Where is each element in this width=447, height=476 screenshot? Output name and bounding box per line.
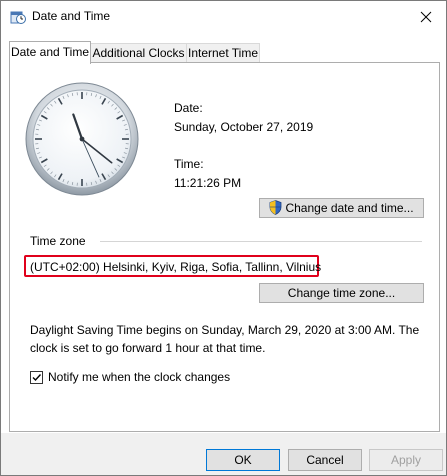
- dialog-footer: OK Cancel Apply: [1, 433, 446, 475]
- tab-additional-clocks[interactable]: Additional Clocks: [90, 43, 187, 63]
- close-icon[interactable]: [416, 7, 436, 27]
- clock-calendar-icon: [10, 9, 26, 25]
- ok-button[interactable]: OK: [206, 449, 280, 471]
- time-zone-divider: [100, 241, 422, 242]
- time-label: Time:: [174, 157, 204, 171]
- cancel-button[interactable]: Cancel: [288, 449, 362, 471]
- date-time-dialog: Date and Time Date and Time Additional C…: [0, 0, 447, 476]
- uac-shield-icon: [269, 200, 282, 220]
- tab-panel: Date: Sunday, October 27, 2019 Time: 11:…: [9, 62, 440, 432]
- tab-internet-time[interactable]: Internet Time: [186, 43, 260, 63]
- notify-label: Notify me when the clock changes: [48, 370, 231, 384]
- tab-date-and-time[interactable]: Date and Time: [9, 41, 91, 64]
- time-zone-legend: Time zone: [30, 234, 92, 248]
- change-time-zone-button[interactable]: Change time zone...: [259, 283, 424, 303]
- date-label: Date:: [174, 101, 203, 115]
- apply-button: Apply: [369, 449, 443, 471]
- checkmark-icon: [32, 374, 42, 382]
- time-value: 11:21:26 PM: [174, 176, 242, 190]
- dst-info-text: Daylight Saving Time begins on Sunday, M…: [30, 323, 420, 355]
- analog-clock: [25, 82, 139, 196]
- date-value: Sunday, October 27, 2019: [174, 120, 314, 134]
- time-zone-value: (UTC+02:00) Helsinki, Kyiv, Riga, Sofia,…: [30, 260, 322, 274]
- change-date-time-label: Change date and time...: [285, 201, 414, 215]
- change-date-time-button[interactable]: Change date and time...: [259, 198, 424, 218]
- title-bar: Date and Time: [1, 1, 446, 32]
- window-title: Date and Time: [32, 9, 111, 23]
- notify-checkbox[interactable]: [30, 371, 43, 384]
